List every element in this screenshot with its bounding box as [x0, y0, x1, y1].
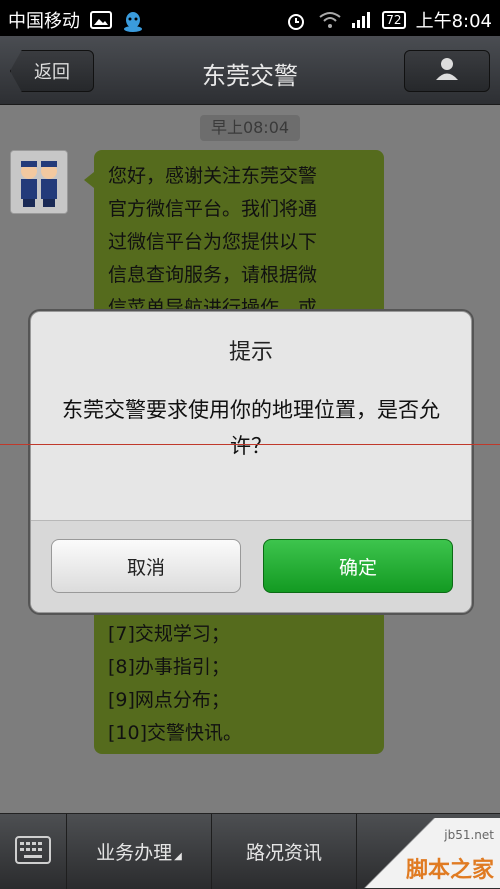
- keyboard-button[interactable]: [0, 814, 67, 889]
- avatar: [10, 150, 68, 214]
- timestamp: 早上08:04: [200, 115, 300, 141]
- menu-item-label: 业务办理: [96, 842, 173, 864]
- message-line: [7]交规学习；: [108, 623, 230, 645]
- message-line: [8]办事指引；: [108, 656, 230, 678]
- message-line: [10]交警快讯。: [108, 722, 243, 744]
- menu-item-business[interactable]: 业务办理 ◢: [67, 814, 212, 889]
- message-line: 信息查询服务，请根据微: [108, 264, 318, 286]
- message-line: 官方微信平台。我们将通: [108, 198, 318, 220]
- menu-item-label: 路况资讯: [245, 842, 322, 864]
- clock: 上午8:04: [415, 11, 492, 32]
- title-bar: 返回 东莞交警: [0, 36, 500, 105]
- watermark-text: 脚本之家: [405, 858, 494, 883]
- location-permission-dialog: 提示 东莞交警要求使用你的地理位置，是否允许？ 取消 确定: [30, 311, 472, 613]
- qq-icon: [122, 11, 144, 32]
- message-line: 您好，感谢关注东莞交警: [108, 165, 318, 187]
- message-line: [9]网点分布；: [108, 689, 230, 711]
- dialog-message: 东莞交警要求使用你的地理位置，是否允许？: [62, 398, 440, 458]
- watermark-site: jb51.net: [444, 828, 494, 842]
- cancel-button[interactable]: 取消: [51, 539, 241, 593]
- person-icon: [434, 57, 460, 85]
- divider: [0, 444, 500, 445]
- dialog-footer: 取消 确定: [31, 521, 471, 612]
- status-bar: 中国移动 72 上午8:04: [0, 0, 500, 36]
- dialog-title: 提示: [228, 340, 273, 365]
- profile-button[interactable]: [404, 50, 490, 92]
- menu-item-traffic[interactable]: 路况资讯: [212, 814, 357, 889]
- keyboard-icon: [15, 835, 51, 868]
- confirm-button[interactable]: 确定: [263, 539, 453, 593]
- submenu-arrow-icon: ◢: [174, 851, 182, 862]
- wifi-icon: [318, 11, 341, 29]
- alarm-icon: [286, 11, 308, 30]
- message-line: 过微信平台为您提供以下: [108, 231, 318, 253]
- carrier-label: 中国移动: [8, 11, 80, 32]
- image-icon: [90, 11, 112, 29]
- battery-indicator: 72: [382, 11, 406, 29]
- signal-icon: [350, 11, 372, 29]
